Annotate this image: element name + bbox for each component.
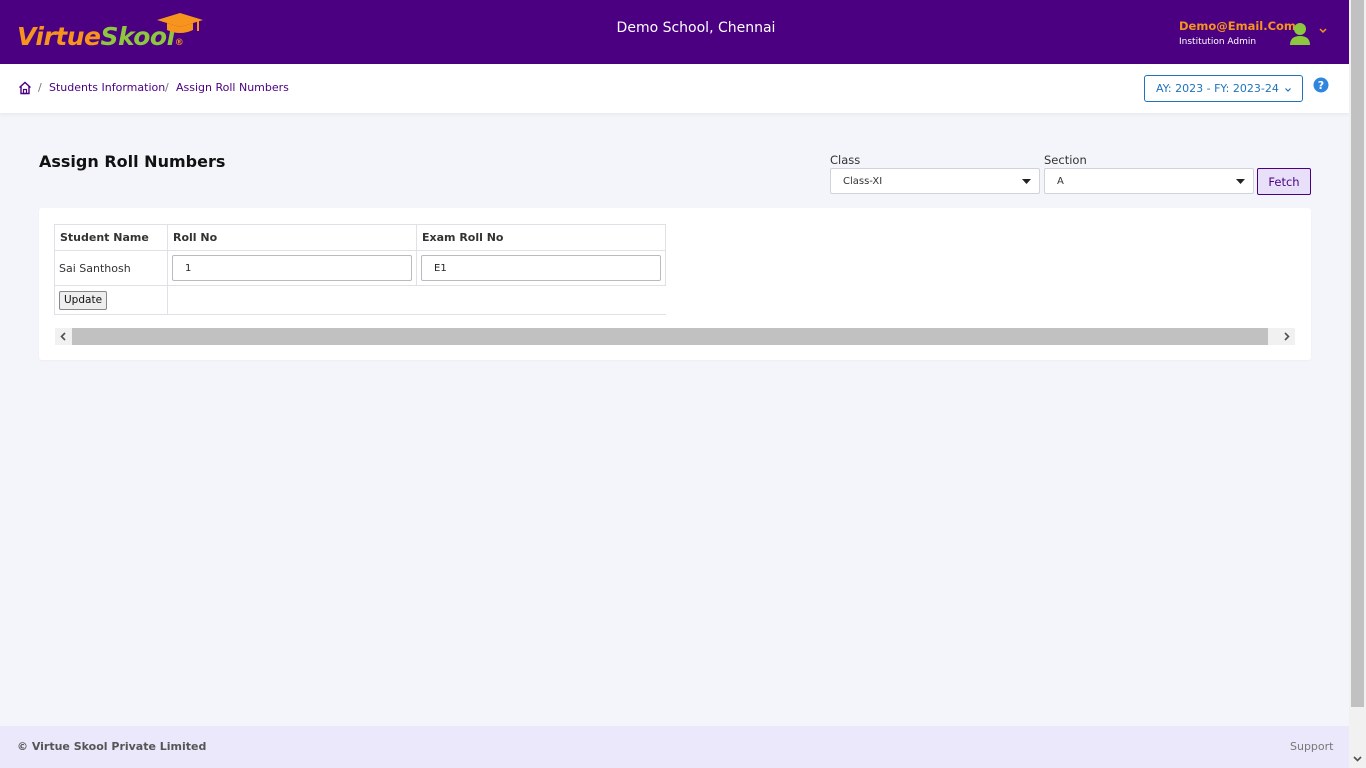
chevron-down-icon[interactable] — [1318, 26, 1328, 36]
copyright-text: © Virtue Skool Private Limited — [17, 740, 207, 753]
chevron-down-icon[interactable] — [1353, 754, 1362, 763]
exam-roll-no-input[interactable] — [421, 255, 661, 281]
user-email[interactable]: Demo@Email.Com — [1179, 19, 1296, 33]
horizontal-scrollbar-thumb[interactable] — [72, 328, 1268, 345]
support-link[interactable]: Support — [1290, 740, 1333, 753]
section-select[interactable]: A — [1044, 168, 1254, 194]
academic-year-label: AY: 2023 - FY: 2023-24 — [1156, 82, 1279, 95]
column-header-student-name: Student Name — [54, 224, 168, 251]
svg-text:?: ? — [1318, 79, 1324, 92]
help-icon[interactable]: ? — [1313, 77, 1329, 93]
vertical-scrollbar[interactable] — [1349, 0, 1366, 768]
exam-roll-no-cell — [416, 250, 666, 286]
breadcrumb: / Students Information / Assign Roll Num… — [0, 64, 1349, 113]
table-row: Sai Santhosh — [54, 250, 666, 286]
roll-no-cell — [167, 250, 417, 286]
student-name-cell: Sai Santhosh — [54, 250, 168, 286]
home-icon[interactable] — [18, 81, 32, 95]
page-title: Assign Roll Numbers — [39, 152, 226, 171]
user-avatar-icon[interactable] — [1289, 22, 1311, 46]
brand-logo[interactable]: VirtueSkool® — [17, 12, 217, 56]
roll-numbers-card: Student Name Roll No Exam Roll No Sai Sa… — [39, 208, 1311, 360]
table-action-row: Update — [54, 285, 666, 315]
column-header-exam-roll-no: Exam Roll No — [416, 224, 666, 251]
class-select[interactable]: Class-XI — [830, 168, 1040, 194]
table-header-row: Student Name Roll No Exam Roll No — [54, 224, 666, 251]
roll-no-input[interactable] — [172, 255, 412, 281]
footer: © Virtue Skool Private Limited Support — [0, 726, 1349, 768]
section-label: Section — [1044, 153, 1087, 167]
class-select-value: Class-XI — [843, 176, 883, 187]
fetch-button[interactable]: Fetch — [1257, 168, 1311, 195]
graduation-cap-icon — [157, 13, 203, 33]
chevron-left-icon[interactable] — [59, 332, 68, 341]
caret-down-icon — [1236, 179, 1245, 184]
class-label: Class — [830, 153, 861, 167]
caret-down-icon — [1022, 179, 1031, 184]
breadcrumb-separator: / — [165, 81, 169, 94]
academic-year-select[interactable]: AY: 2023 - FY: 2023-24 — [1144, 75, 1303, 102]
breadcrumb-students-information[interactable]: Students Information — [49, 81, 165, 94]
chevron-down-icon — [1285, 88, 1291, 92]
user-role: Institution Admin — [1179, 37, 1257, 47]
vertical-scrollbar-thumb[interactable] — [1351, 0, 1364, 707]
horizontal-scrollbar[interactable] — [55, 328, 1295, 345]
breadcrumb-separator: / — [38, 81, 42, 94]
section-select-value: A — [1057, 176, 1064, 187]
update-button[interactable]: Update — [59, 290, 108, 310]
top-navbar: VirtueSkool® Demo School, Chennai Demo@E… — [0, 0, 1349, 64]
column-header-roll-no: Roll No — [167, 224, 417, 251]
roll-numbers-table: Student Name Roll No Exam Roll No Sai Sa… — [54, 224, 666, 315]
chevron-right-icon[interactable] — [1282, 332, 1291, 341]
empty-cell — [167, 285, 666, 315]
update-cell: Update — [54, 285, 168, 315]
breadcrumb-assign-roll-numbers[interactable]: Assign Roll Numbers — [176, 81, 289, 94]
school-name: Demo School, Chennai — [616, 20, 776, 36]
